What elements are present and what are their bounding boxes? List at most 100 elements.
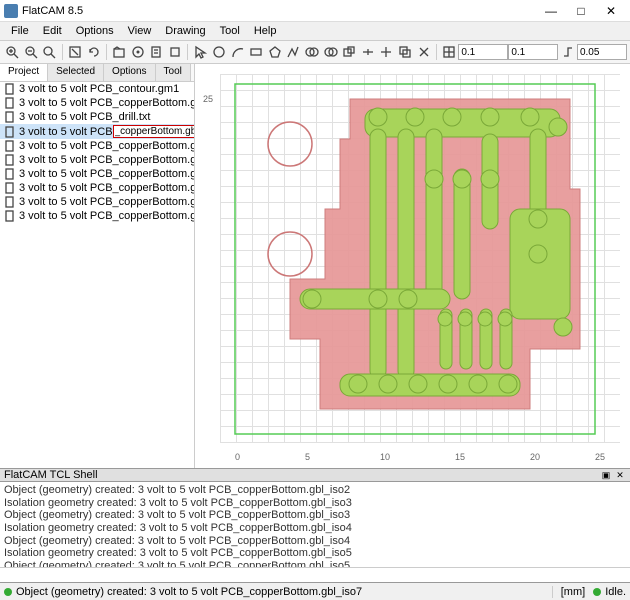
status-message: Object (geometry) created: 3 volt to 5 v…	[16, 586, 362, 598]
snap-input[interactable]	[577, 44, 627, 60]
tab-project[interactable]: Project	[0, 64, 48, 81]
project-item[interactable]: 3 volt to 5 volt PCB_copperBottom.gbl_is…	[0, 167, 194, 181]
project-item-label: 3 volt to 5 volt PCB_copperBottom.gbl	[19, 97, 194, 109]
menu-bar: FileEditOptionsViewDrawingToolHelp	[0, 22, 630, 40]
minimize-button[interactable]: —	[536, 1, 566, 21]
shell-close-icon[interactable]: ✕	[614, 470, 626, 480]
shell-header: FlatCAM TCL Shell ▣ ✕	[0, 468, 630, 482]
add-path-icon[interactable]	[285, 43, 302, 61]
add-polygon-icon[interactable]	[266, 43, 283, 61]
project-item-label: 3 volt to 5 volt PCB_copperBottom.gbl_is…	[19, 168, 194, 180]
project-item-label: 3 volt to 5 volt PCB_copperBottom.gbl_is…	[19, 182, 194, 194]
tab-tool[interactable]: Tool	[156, 64, 191, 81]
open-excellon-icon[interactable]	[129, 43, 146, 61]
project-item-label: 3 volt to 5 volt PCB_copperBottom.gbl_is…	[19, 154, 194, 166]
x-tick: 5	[305, 452, 310, 462]
menu-drawing[interactable]: Drawing	[158, 23, 212, 39]
project-item-label: 3 volt to 5 volt PCB_copperBottom.gbl_is…	[19, 140, 194, 152]
status-units: [mm]	[552, 586, 593, 598]
add-arc-icon[interactable]	[229, 43, 246, 61]
app-icon	[4, 4, 18, 18]
delete-icon[interactable]	[415, 43, 432, 61]
file-icon	[4, 126, 16, 138]
status-ok-icon	[4, 588, 12, 596]
file-icon	[4, 140, 16, 152]
shell-title: FlatCAM TCL Shell	[4, 469, 98, 481]
panel-tabs: ProjectSelectedOptionsTool	[0, 64, 194, 82]
menu-tool[interactable]: Tool	[213, 23, 247, 39]
rename-input[interactable]	[113, 125, 194, 138]
shell-output[interactable]: Object (geometry) created: 3 volt to 5 v…	[0, 482, 630, 567]
tab-options[interactable]: Options	[104, 64, 155, 81]
project-item[interactable]: 3 volt to 5 volt PCB_copperBottom.gbl	[0, 96, 194, 110]
toolbar	[0, 40, 630, 64]
file-icon	[4, 210, 16, 222]
menu-options[interactable]: Options	[69, 23, 121, 39]
maximize-button[interactable]: □	[566, 1, 596, 21]
y-tick: 25	[203, 94, 213, 104]
project-item[interactable]: 3 volt to 5 volt PCB	[0, 124, 194, 139]
select-icon[interactable]	[192, 43, 209, 61]
x-tick: 20	[530, 452, 540, 462]
project-item[interactable]: 3 volt to 5 volt PCB_copperBottom.gbl_is…	[0, 153, 194, 167]
shell-line: Object (geometry) created: 3 volt to 5 v…	[4, 509, 626, 522]
shell-input[interactable]	[0, 567, 630, 582]
project-list[interactable]: 3 volt to 5 volt PCB_contour.gm1 3 volt t…	[0, 82, 194, 468]
zoom-in-icon[interactable]	[4, 43, 21, 61]
new-geometry-icon[interactable]	[167, 43, 184, 61]
menu-file[interactable]: File	[4, 23, 36, 39]
file-icon	[4, 111, 16, 123]
status-bar: Object (geometry) created: 3 volt to 5 v…	[0, 582, 630, 600]
move-icon[interactable]	[378, 43, 395, 61]
grid-y-input[interactable]	[508, 44, 558, 60]
replot-icon[interactable]	[85, 43, 102, 61]
grid-icon[interactable]	[441, 43, 458, 61]
grid-x-input[interactable]	[458, 44, 508, 60]
project-item-label: 3 volt to 5 volt PCB_copperBottom.gbl_is…	[19, 196, 194, 208]
x-tick: 25	[595, 452, 605, 462]
file-icon	[4, 154, 16, 166]
zoom-fit-icon[interactable]	[41, 43, 58, 61]
union-icon[interactable]	[304, 43, 321, 61]
tab-selected[interactable]: Selected	[48, 64, 104, 81]
x-tick: 10	[380, 452, 390, 462]
status-idle: Idle.	[605, 586, 626, 598]
menu-edit[interactable]: Edit	[36, 23, 69, 39]
intersect-icon[interactable]	[322, 43, 339, 61]
shell-line: Isolation geometry created: 3 volt to 5 …	[4, 497, 626, 510]
project-item[interactable]: 3 volt to 5 volt PCB_copperBottom.gbl_is…	[0, 209, 194, 223]
project-item[interactable]: 3 volt to 5 volt PCB_drill.txt	[0, 110, 194, 124]
shell-undock-icon[interactable]: ▣	[600, 470, 612, 480]
pcb-drawing	[230, 79, 610, 449]
cut-path-icon[interactable]	[359, 43, 376, 61]
menu-view[interactable]: View	[121, 23, 159, 39]
file-icon	[4, 182, 16, 194]
copy-icon[interactable]	[397, 43, 414, 61]
plot-canvas[interactable]: 25	[195, 64, 630, 468]
shell-line: Isolation geometry created: 3 volt to 5 …	[4, 522, 626, 535]
shell-line: Object (geometry) created: 3 volt to 5 v…	[4, 535, 626, 548]
project-item[interactable]: 3 volt to 5 volt PCB_contour.gm1	[0, 82, 194, 96]
project-item[interactable]: 3 volt to 5 volt PCB_copperBottom.gbl_is…	[0, 139, 194, 153]
project-item[interactable]: 3 volt to 5 volt PCB_copperBottom.gbl_is…	[0, 181, 194, 195]
project-item-label: 3 volt to 5 volt PCB_drill.txt	[19, 111, 150, 123]
shell-line: Object (geometry) created: 3 volt to 5 v…	[4, 484, 626, 497]
canvas-area[interactable]: 25	[195, 64, 630, 468]
add-circle-icon[interactable]	[211, 43, 228, 61]
file-icon	[4, 168, 16, 180]
title-bar: FlatCAM 8.5 — □ ✕	[0, 0, 630, 22]
close-button[interactable]: ✕	[596, 1, 626, 21]
menu-help[interactable]: Help	[247, 23, 284, 39]
project-item[interactable]: 3 volt to 5 volt PCB_copperBottom.gbl_is…	[0, 195, 194, 209]
snap-icon[interactable]	[559, 43, 576, 61]
file-icon	[4, 83, 16, 95]
subtract-icon[interactable]	[341, 43, 358, 61]
open-gcode-icon[interactable]	[148, 43, 165, 61]
project-item-label: 3 volt to 5 volt PCB_contour.gm1	[19, 83, 179, 95]
open-gerber-icon[interactable]	[111, 43, 128, 61]
add-rect-icon[interactable]	[248, 43, 265, 61]
x-tick: 15	[455, 452, 465, 462]
shell-line: Object (geometry) created: 3 volt to 5 v…	[4, 560, 626, 567]
clear-plot-icon[interactable]	[67, 43, 84, 61]
zoom-out-icon[interactable]	[23, 43, 40, 61]
